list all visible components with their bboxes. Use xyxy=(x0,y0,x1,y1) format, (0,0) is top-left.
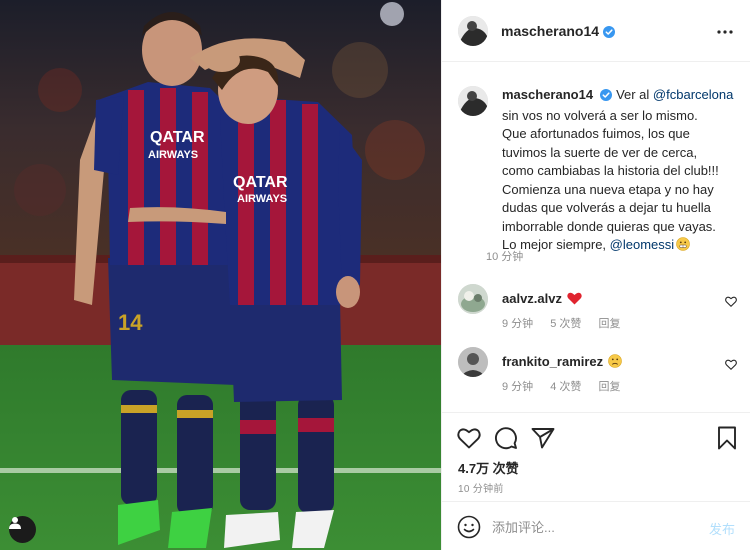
actions-divider xyxy=(442,412,750,413)
commenter-username[interactable]: aalvz.alvz xyxy=(502,291,562,306)
comment-time: 9 分钟 xyxy=(502,381,534,393)
author-username[interactable]: mascherano14 xyxy=(501,23,616,41)
comment-meta: 9 分钟 5 次赞 回复 xyxy=(502,315,635,331)
emoji-picker-smiley-icon[interactable] xyxy=(456,514,482,540)
caption-text: mascherano14 Ver al @fcbarcelona sin vos n… xyxy=(502,86,742,257)
shirt-sponsor-right-1: QATAR xyxy=(233,174,288,191)
author-avatar[interactable] xyxy=(458,16,488,46)
comment-time: 9 分钟 xyxy=(502,318,534,330)
caption-line-text: imborrable donde quieras que vayas. xyxy=(502,218,716,234)
comment-likes-button[interactable]: 4 次赞 xyxy=(550,381,581,393)
comment-line: aalvz.alvz xyxy=(502,291,582,308)
caption-line-text: tuvimos la suerte de ver de cerca, xyxy=(502,144,698,160)
verified-badge-icon xyxy=(603,25,616,41)
comment-bubble-icon[interactable] xyxy=(493,425,519,451)
shirt-number: 14 xyxy=(118,310,143,335)
shirt-sponsor-left-2: AIRWAYS xyxy=(148,149,198,161)
photo-illustration: 14 QATAR AIRWAYS QATAR AIRWAYS xyxy=(0,0,441,550)
add-comment-bar: 发布 xyxy=(442,501,750,550)
comment-item: frankito_ramirez 9 分钟 4 次赞 回复 xyxy=(458,347,743,397)
mention-link[interactable]: @fcbarcelona xyxy=(653,87,733,102)
comment-likes-button[interactable]: 5 次赞 xyxy=(550,318,581,330)
reply-button[interactable]: 回复 xyxy=(599,318,621,330)
caption-timestamp: 10 分钟 xyxy=(486,251,524,263)
shirt-sponsor-right-2: AIRWAYS xyxy=(237,193,287,205)
caption-line-text: como cambiabas la historia del club!!! xyxy=(502,163,719,178)
comments-section[interactable]: mascherano14 Ver al @fcbarcelona sin vos n… xyxy=(442,62,750,412)
post-actions-bar xyxy=(456,425,746,451)
caption-verified-badge-icon xyxy=(600,88,613,107)
post-header: mascherano14 xyxy=(442,0,750,62)
reply-button[interactable]: 回复 xyxy=(599,381,621,393)
commenter-username[interactable]: frankito_ramirez xyxy=(502,354,603,369)
red-heart-emoji-icon xyxy=(567,292,582,308)
caption-line-text: Que afortunados fuimos, los que xyxy=(502,126,690,141)
grimacing-face-emoji-icon xyxy=(676,237,690,257)
post-details-panel: mascherano14 mascherano14 Ver al @fcbarce… xyxy=(441,0,750,550)
save-bookmark-icon[interactable] xyxy=(714,425,740,451)
like-heart-icon[interactable] xyxy=(456,425,482,451)
comment-input[interactable] xyxy=(492,515,692,539)
comment-line: frankito_ramirez xyxy=(502,354,622,371)
caption-username[interactable]: mascherano14 xyxy=(502,87,593,102)
likes-count[interactable]: 4.7万 次赞 xyxy=(458,458,519,477)
frowning-face-emoji-icon xyxy=(608,354,622,371)
post-comment-button[interactable]: 发布 xyxy=(709,519,735,538)
more-options-icon[interactable] xyxy=(713,22,737,42)
mention-link[interactable]: @leomessi xyxy=(610,237,675,252)
author-username-text[interactable]: mascherano14 xyxy=(501,23,599,39)
comment-meta: 9 分钟 4 次赞 回复 xyxy=(502,378,635,394)
caption-author-avatar[interactable] xyxy=(458,86,488,116)
caption-line-text: dudas que volverás a dejar tu huella xyxy=(502,200,711,215)
comment-item: aalvz.alvz 9 分钟 5 次赞 回复 xyxy=(458,284,743,334)
like-comment-heart-icon[interactable] xyxy=(725,294,737,312)
tagged-users-icon[interactable] xyxy=(9,516,36,543)
caption-line-text: Ver al xyxy=(616,87,653,102)
share-paper-plane-icon[interactable] xyxy=(530,425,556,451)
caption-body: Ver al @fcbarcelona sin vos no volverá a … xyxy=(502,87,733,252)
shirt-sponsor-left-1: QATAR xyxy=(150,129,205,146)
caption-line-text: Comienza una nueva etapa y no hay xyxy=(502,181,714,197)
commenter-avatar[interactable] xyxy=(458,284,488,314)
post-photo[interactable]: 14 QATAR AIRWAYS QATAR AIRWAYS xyxy=(0,0,441,550)
commenter-avatar[interactable] xyxy=(458,347,488,377)
post-timestamp[interactable]: 10 分钟前 xyxy=(458,480,504,495)
like-comment-heart-icon[interactable] xyxy=(725,357,737,375)
caption-line-text: sin vos no volverá a ser lo mismo. xyxy=(502,107,698,123)
